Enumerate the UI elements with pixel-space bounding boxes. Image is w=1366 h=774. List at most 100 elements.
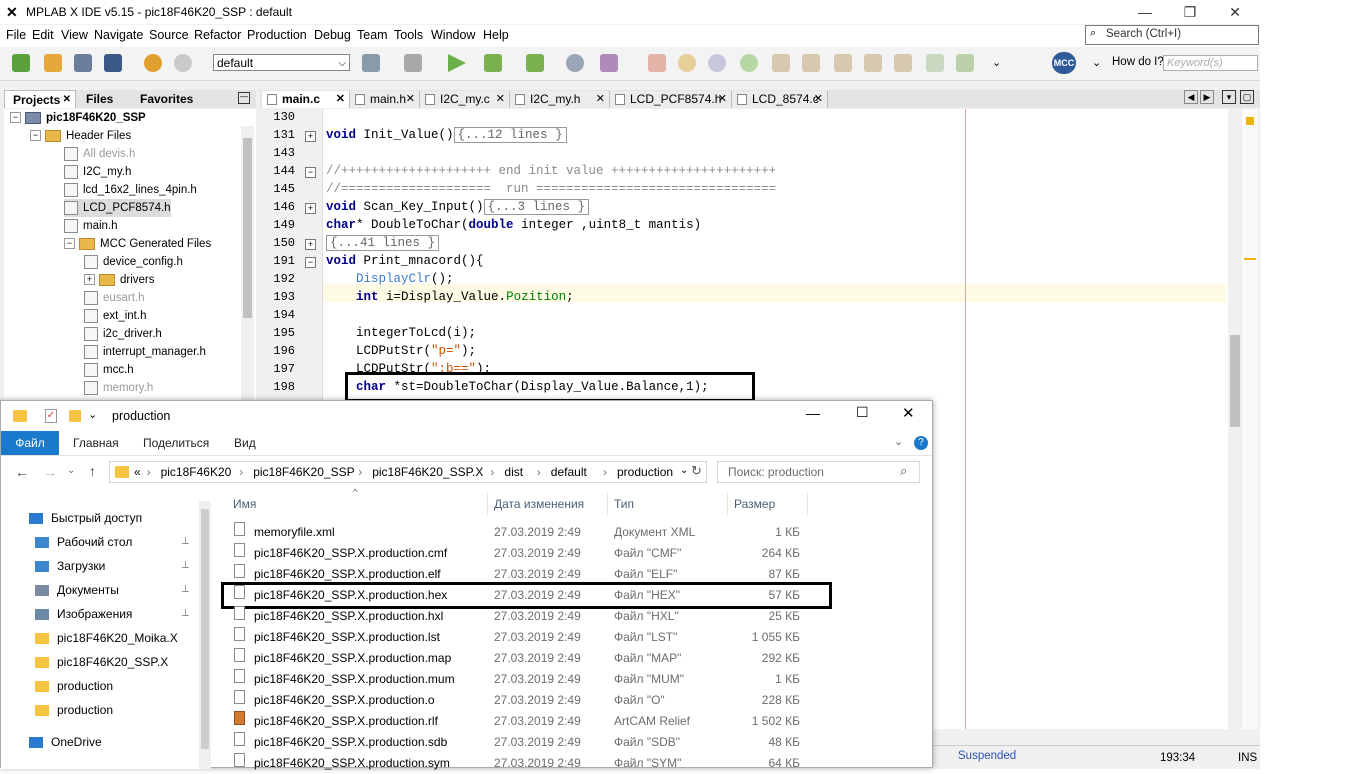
reset-debug-icon[interactable] <box>708 54 726 72</box>
column-separator[interactable] <box>807 493 808 515</box>
step-over-icon[interactable] <box>772 54 790 72</box>
tab-i2c-my-h[interactable]: I2C_my.h ✕ <box>510 91 610 108</box>
close-icon[interactable]: ✕ <box>63 91 71 109</box>
focus-cursor-icon[interactable] <box>926 54 944 72</box>
menu-item-window[interactable]: Window <box>431 28 475 42</box>
file-row[interactable]: memoryfile.xml 27.03.2019 2:49 Документ XM… <box>223 522 823 543</box>
address-overflow[interactable]: « <box>134 465 141 479</box>
close-button[interactable]: ✕ <box>1215 2 1255 22</box>
navigation-scrollbar[interactable] <box>199 501 211 769</box>
warning-marker-icon[interactable] <box>1246 117 1254 125</box>
tab-main-h[interactable]: main.h ✕ <box>350 91 420 108</box>
code-line[interactable]: integerToLcd(i); <box>326 326 476 340</box>
code-line[interactable]: void Print_mnacord(){ <box>326 254 484 268</box>
nav-item[interactable]: production <box>35 700 113 720</box>
help-icon[interactable]: ? <box>914 436 928 450</box>
file-row[interactable]: pic18F46K20_SSP.X.production.sym 27.03.20… <box>223 753 823 774</box>
close-icon[interactable]: ✕ <box>718 91 727 108</box>
reset-icon[interactable] <box>566 54 584 72</box>
tab-list-icon[interactable]: ▾ <box>1222 90 1236 104</box>
recent-locations-icon[interactable]: ⌄ <box>67 465 75 476</box>
file-row[interactable]: pic18F46K20_SSP.X.production.o 27.03.2019… <box>223 690 823 711</box>
quick-access-dropdown-icon[interactable]: ⌄ <box>88 408 97 421</box>
pause-icon[interactable] <box>678 54 696 72</box>
maximize-editor-icon[interactable]: ▢ <box>1240 90 1254 104</box>
file-row[interactable]: pic18F46K20_SSP.X.production.lst 27.03.20… <box>223 627 823 648</box>
nav-item[interactable]: pic18F46K20_SSP.X <box>35 652 168 672</box>
breadcrumb-production[interactable]: production <box>617 465 673 479</box>
code-line[interactable]: char* DoubleToChar(double integer ,uint8… <box>326 218 701 232</box>
tab-lcd-8574-c[interactable]: LCD_8574.c ✕ <box>732 91 828 108</box>
pin-icon[interactable]: ⊥ <box>181 584 190 595</box>
ribbon-tab-view[interactable]: Вид <box>234 436 256 450</box>
run-icon[interactable] <box>448 54 466 72</box>
address-dropdown-icon[interactable]: ⌄ <box>680 465 688 476</box>
error-stripe-mark[interactable] <box>1244 258 1256 260</box>
tab-files[interactable]: Files <box>78 90 134 108</box>
code-line[interactable]: DisplayClr(); <box>326 272 454 286</box>
keywords-input[interactable]: Keyword(s) <box>1163 55 1258 71</box>
pin-icon[interactable]: ⊥ <box>181 608 190 619</box>
tree-item[interactable]: ext_int.h <box>84 307 146 325</box>
menu-item-file[interactable]: File <box>6 28 26 42</box>
minimize-panel-icon[interactable]: — <box>238 92 250 104</box>
file-row[interactable]: pic18F46K20_SSP.X.production.sdb 27.03.20… <box>223 732 823 753</box>
finish-debug-icon[interactable] <box>648 54 666 72</box>
nav-item[interactable]: Быстрый доступ <box>29 508 142 528</box>
column-separator[interactable] <box>727 493 728 515</box>
chevron-right-icon[interactable]: › <box>537 465 541 479</box>
breadcrumb-default[interactable]: default <box>551 465 587 479</box>
tab-projects[interactable]: Projects ✕ <box>4 90 76 108</box>
file-row[interactable]: pic18F46K20_SSP.X.production.cmf 27.03.20… <box>223 543 823 564</box>
new-project-icon[interactable] <box>44 54 62 72</box>
read-device-icon[interactable] <box>526 54 544 72</box>
code-line[interactable]: //==================== run =============… <box>326 182 776 196</box>
toolbar-overflow-2-icon[interactable]: ⌄ <box>1092 56 1101 69</box>
nav-item[interactable]: pic18F46K20_Moika.X <box>35 628 178 648</box>
file-row[interactable]: pic18F46K20_SSP.X.production.mum 27.03.20… <box>223 669 823 690</box>
step-out-icon[interactable] <box>834 54 852 72</box>
file-row[interactable]: pic18F46K20_SSP.X.production.map 27.03.20… <box>223 648 823 669</box>
menu-item-navigate[interactable]: Navigate <box>94 28 143 42</box>
ribbon-tab-file[interactable]: Файл <box>1 431 59 455</box>
ribbon-tab-share[interactable]: Поделиться <box>143 436 209 450</box>
set-pc-icon[interactable] <box>894 54 912 72</box>
collapse-icon[interactable]: − <box>64 238 75 250</box>
tree-item[interactable]: LCD_PCF8574.h <box>64 199 171 217</box>
tree-item[interactable]: device_config.h <box>84 253 183 271</box>
expand-icon[interactable]: + <box>84 274 95 286</box>
forward-icon[interactable]: → <box>43 464 57 480</box>
tree-item[interactable]: interrupt_manager.h <box>84 343 206 361</box>
close-icon[interactable]: ✕ <box>336 91 345 108</box>
collapse-fold-icon[interactable]: − <box>305 257 316 268</box>
collapse-icon[interactable]: − <box>10 112 21 124</box>
chevron-left-icon[interactable]: ◀ <box>1184 90 1198 104</box>
save-all-icon[interactable] <box>104 54 122 72</box>
toolbar-overflow-icon[interactable]: ⌄ <box>992 56 1001 69</box>
pin-icon[interactable]: ⊥ <box>181 536 190 547</box>
menu-item-team[interactable]: Team <box>357 28 388 42</box>
tree-item[interactable]: lcd_16x2_lines_4pin.h <box>64 181 197 199</box>
file-row[interactable]: pic18F46K20_SSP.X.production.rlf 27.03.20… <box>223 711 823 732</box>
undo-icon[interactable] <box>144 54 162 72</box>
menu-item-tools[interactable]: Tools <box>394 28 423 42</box>
up-icon[interactable]: ↑ <box>89 463 96 479</box>
code-line[interactable]: //++++++++++++++++++++ end init value ++… <box>326 164 776 178</box>
editor-scrollbar-thumb[interactable] <box>1230 335 1240 427</box>
tree-item[interactable]: + drivers <box>84 271 155 289</box>
build-icon[interactable] <box>362 54 380 72</box>
expand-fold-icon[interactable]: + <box>305 131 316 142</box>
tree-item[interactable]: i2c_driver.h <box>84 325 162 343</box>
close-icon[interactable]: ✕ <box>406 91 415 108</box>
pin-icon[interactable]: ⊥ <box>181 560 190 571</box>
minimize-button[interactable]: — <box>1125 2 1165 22</box>
close-icon[interactable]: ✕ <box>596 91 605 108</box>
nav-item[interactable]: production <box>35 676 113 696</box>
menu-item-view[interactable]: View <box>61 28 88 42</box>
properties-icon[interactable]: ✓ <box>45 409 57 423</box>
nav-item[interactable]: Загрузки <box>35 556 105 576</box>
chevron-right-icon[interactable]: ▶ <box>1200 90 1214 104</box>
code-line[interactable]: int i=Display_Value.Pozition; <box>326 290 574 304</box>
tab-favorites[interactable]: Favorites <box>132 90 228 108</box>
clean-build-icon[interactable] <box>404 54 422 72</box>
